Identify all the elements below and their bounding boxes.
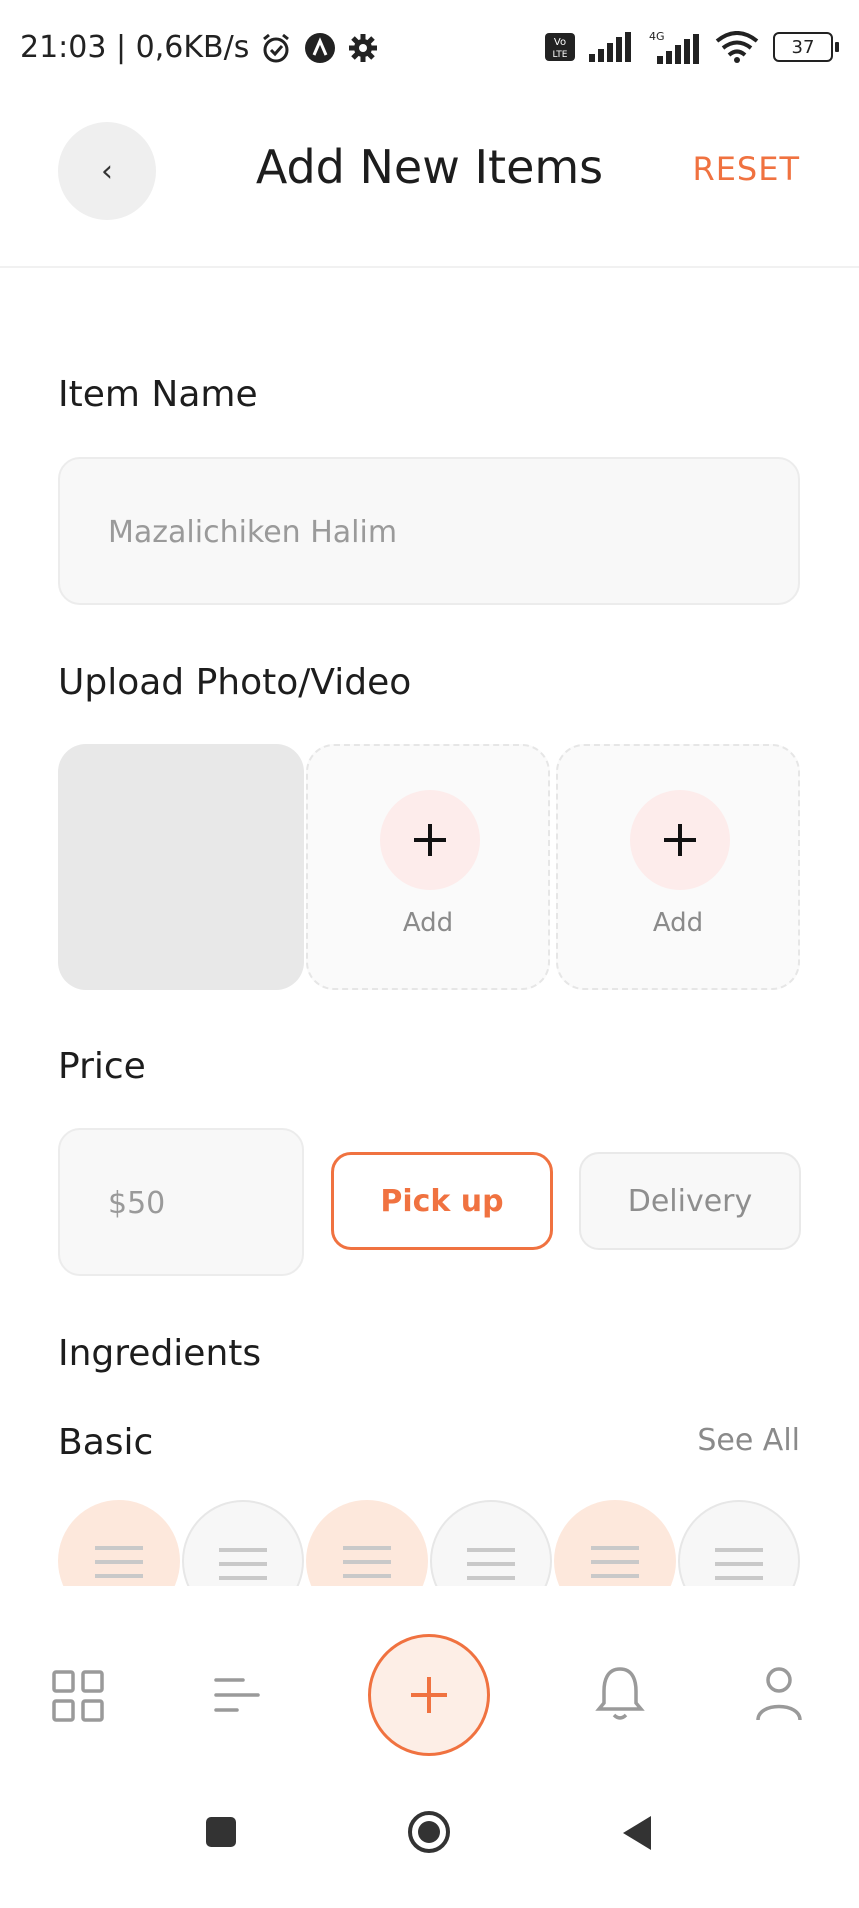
bell-icon bbox=[595, 1667, 645, 1720]
ingredient-icon bbox=[95, 1546, 143, 1578]
upload-slot-label: Add bbox=[652, 908, 704, 938]
battery-level: 37 bbox=[773, 32, 833, 62]
ingredient-icon bbox=[467, 1548, 515, 1580]
reset-button[interactable]: RESET bbox=[692, 150, 800, 188]
signal-icon bbox=[589, 32, 631, 62]
nav-notifications[interactable] bbox=[594, 1664, 646, 1724]
item-name-label: Item Name bbox=[58, 374, 258, 415]
upload-slot-2[interactable]: Add bbox=[556, 744, 800, 990]
ingredient-item[interactable] bbox=[58, 1500, 180, 1586]
status-left: 21:03 | 0,6KB/s bbox=[20, 30, 379, 65]
price-label: Price bbox=[58, 1046, 146, 1087]
ingredient-icon bbox=[715, 1548, 763, 1580]
ingredient-icon bbox=[591, 1546, 639, 1578]
ingredient-item[interactable] bbox=[306, 1500, 428, 1586]
bottom-navigation bbox=[0, 1586, 859, 1776]
app-a-icon bbox=[305, 32, 336, 63]
triangle-back-icon bbox=[623, 1816, 651, 1850]
ingredient-item[interactable] bbox=[554, 1500, 676, 1586]
upload-slot-1[interactable]: Add bbox=[306, 744, 550, 990]
signal-4g-icon: 4G bbox=[649, 30, 699, 64]
price-input[interactable]: $50 bbox=[58, 1128, 304, 1276]
item-name-input[interactable]: Mazalichiken Halim bbox=[58, 457, 800, 605]
square-icon bbox=[206, 1817, 236, 1847]
gear-icon bbox=[349, 33, 378, 62]
plus-icon bbox=[380, 790, 480, 890]
home-button[interactable] bbox=[407, 1810, 451, 1854]
nav-profile[interactable] bbox=[754, 1664, 804, 1724]
add-icon bbox=[411, 1677, 447, 1713]
back-system-button[interactable] bbox=[620, 1814, 654, 1852]
ingredients-label: Ingredients bbox=[58, 1333, 262, 1374]
svg-text:LTE: LTE bbox=[553, 50, 568, 60]
delivery-option-button[interactable]: Delivery bbox=[579, 1152, 801, 1250]
ingredients-row bbox=[58, 1500, 804, 1586]
ingredient-item[interactable] bbox=[430, 1500, 552, 1586]
ingredient-item[interactable] bbox=[182, 1500, 304, 1586]
ingredient-item[interactable] bbox=[678, 1500, 800, 1586]
add-item-fab[interactable] bbox=[368, 1634, 490, 1756]
header-divider bbox=[0, 266, 859, 268]
ingredient-icon bbox=[219, 1548, 267, 1580]
menu-icon bbox=[214, 1678, 260, 1712]
price-value: $50 bbox=[108, 1186, 166, 1221]
volte-icon: Vo LTE bbox=[545, 33, 575, 61]
plus-icon bbox=[630, 790, 730, 890]
svg-text:4G: 4G bbox=[649, 30, 665, 43]
grid-icon bbox=[52, 1670, 104, 1722]
nav-menu[interactable] bbox=[212, 1672, 262, 1718]
upload-label: Upload Photo/Video bbox=[58, 662, 412, 703]
see-all-link[interactable]: See All bbox=[697, 1423, 800, 1458]
home-circle-icon bbox=[408, 1811, 450, 1853]
item-name-value: Mazalichiken Halim bbox=[108, 515, 398, 550]
user-icon bbox=[756, 1667, 802, 1721]
alarm-icon bbox=[263, 33, 290, 62]
status-time: 21:03 | 0,6KB/s bbox=[20, 30, 250, 65]
battery-icon: 37 bbox=[773, 32, 839, 62]
wifi-icon bbox=[715, 31, 759, 63]
system-navigation-bar bbox=[0, 1776, 859, 1908]
upload-slot-label: Add bbox=[402, 908, 454, 938]
uploaded-photo-thumbnail[interactable] bbox=[58, 744, 304, 990]
recents-button[interactable] bbox=[205, 1816, 237, 1848]
svg-text:Vo: Vo bbox=[554, 37, 566, 48]
pickup-option-button[interactable]: Pick up bbox=[331, 1152, 553, 1250]
status-right: Vo LTE 4G 37 bbox=[545, 30, 839, 64]
nav-dashboard[interactable] bbox=[50, 1668, 106, 1724]
status-bar: 21:03 | 0,6KB/s Vo LTE 4G 37 bbox=[0, 0, 859, 100]
basic-label: Basic bbox=[58, 1422, 154, 1463]
ingredient-icon bbox=[343, 1546, 391, 1578]
